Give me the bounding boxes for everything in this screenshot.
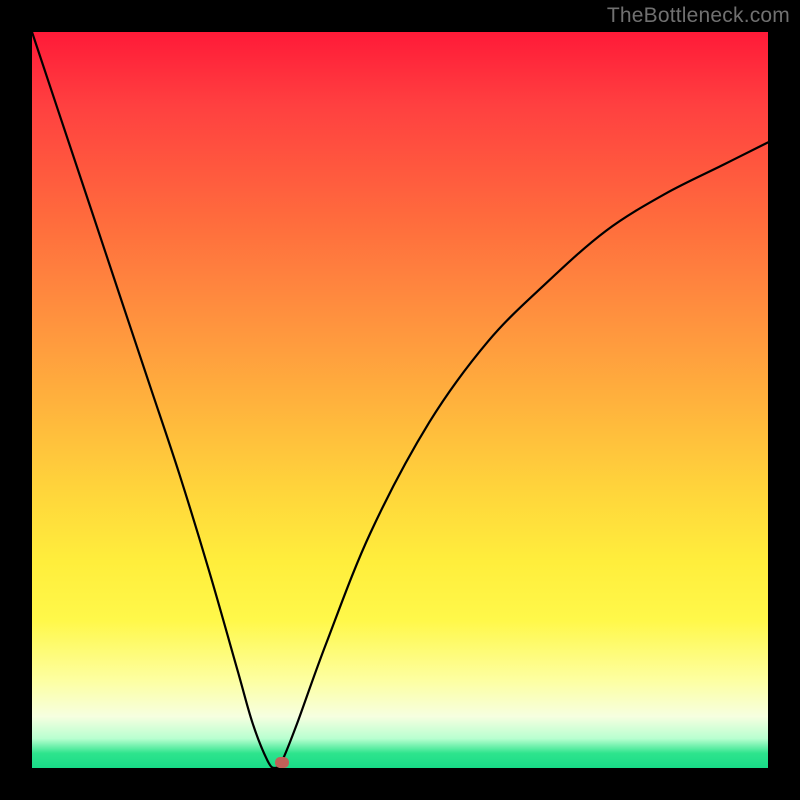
plot-area xyxy=(32,32,768,768)
chart-frame: TheBottleneck.com xyxy=(0,0,800,800)
bottleneck-curve xyxy=(32,32,768,768)
optimal-point-marker xyxy=(275,757,289,768)
watermark-text: TheBottleneck.com xyxy=(607,4,790,28)
